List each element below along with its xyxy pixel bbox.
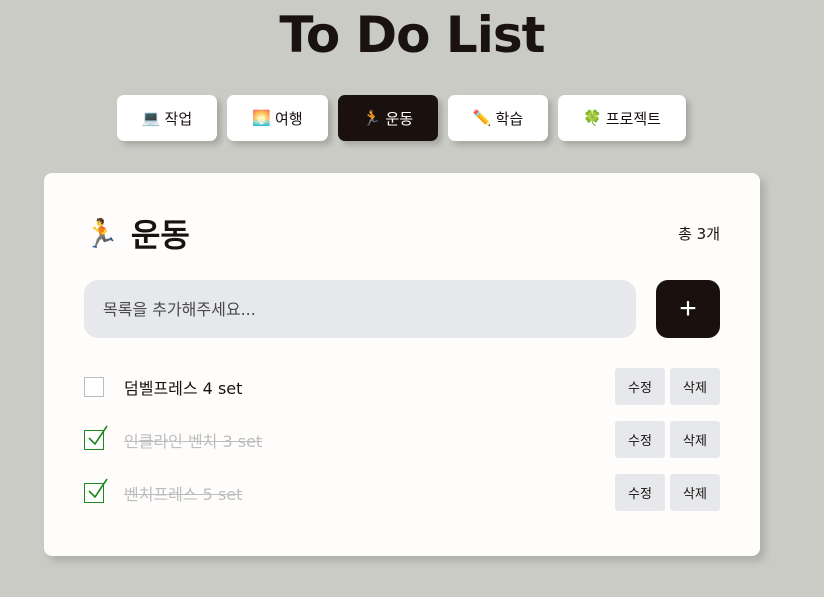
- tab-label: 학습: [495, 109, 524, 128]
- todo-input[interactable]: [84, 280, 636, 338]
- check-icon: [88, 425, 108, 445]
- sunrise-icon: 🌅: [252, 109, 272, 127]
- add-todo-row: +: [84, 280, 720, 338]
- delete-button[interactable]: 삭제: [670, 421, 720, 458]
- todo-checkbox[interactable]: [84, 425, 108, 450]
- todo-text: 벤치프레스 5 set: [124, 484, 243, 504]
- todo-actions: 수정 삭제: [615, 474, 720, 511]
- runner-icon: 🏃: [84, 216, 119, 250]
- tab-label: 운동: [385, 109, 414, 128]
- tab-travel[interactable]: 🌅 여행: [227, 95, 328, 141]
- pencil-icon: ✏️: [472, 109, 492, 127]
- add-button[interactable]: +: [656, 280, 720, 338]
- tab-project[interactable]: 🍀 프로젝트: [558, 95, 686, 141]
- delete-button[interactable]: 삭제: [670, 368, 720, 405]
- clover-icon: 🍀: [583, 109, 602, 127]
- edit-button[interactable]: 수정: [615, 368, 665, 405]
- section-title: 🏃 운동: [84, 210, 190, 256]
- runner-icon: 🏃: [362, 109, 382, 127]
- todo-actions: 수정 삭제: [615, 368, 720, 405]
- section-name: 운동: [130, 216, 190, 254]
- card-header: 🏃 운동 총 3개: [84, 210, 720, 256]
- list-item: 덤벨프레스 4 set 수정 삭제: [84, 360, 720, 413]
- todo-text: 인클라인 벤치 3 set: [124, 431, 263, 451]
- app-title: To Do List: [279, 6, 545, 64]
- edit-button[interactable]: 수정: [615, 474, 665, 511]
- list-item: 벤치프레스 5 set 수정 삭제: [84, 466, 720, 519]
- laptop-icon: 💻: [141, 109, 161, 127]
- category-tabs: 💻 작업 🌅 여행 🏃 운동 ✏️ 학습 🍀 프로젝트: [117, 95, 686, 141]
- tab-study[interactable]: ✏️ 학습: [448, 95, 548, 141]
- delete-button[interactable]: 삭제: [670, 474, 720, 511]
- tab-label: 작업: [164, 109, 193, 128]
- todo-text: 덤벨프레스 4 set: [124, 378, 243, 398]
- todo-count: 총 3개: [678, 224, 720, 243]
- todo-actions: 수정 삭제: [615, 421, 720, 458]
- todo-list: 덤벨프레스 4 set 수정 삭제 인클라인 벤치 3 set 수정 삭제 벤치…: [84, 360, 720, 519]
- todo-checkbox[interactable]: [84, 376, 104, 397]
- tab-exercise[interactable]: 🏃 운동: [338, 95, 438, 141]
- check-icon: [88, 478, 108, 498]
- todo-checkbox[interactable]: [84, 478, 108, 503]
- edit-button[interactable]: 수정: [615, 421, 665, 458]
- list-item: 인클라인 벤치 3 set 수정 삭제: [84, 413, 720, 466]
- tab-work[interactable]: 💻 작업: [117, 95, 217, 141]
- tab-label: 프로젝트: [605, 109, 661, 128]
- todo-card: 🏃 운동 총 3개 + 덤벨프레스 4 set 수정 삭제 인클라인 벤치 3 …: [44, 173, 760, 556]
- tab-label: 여행: [275, 109, 303, 128]
